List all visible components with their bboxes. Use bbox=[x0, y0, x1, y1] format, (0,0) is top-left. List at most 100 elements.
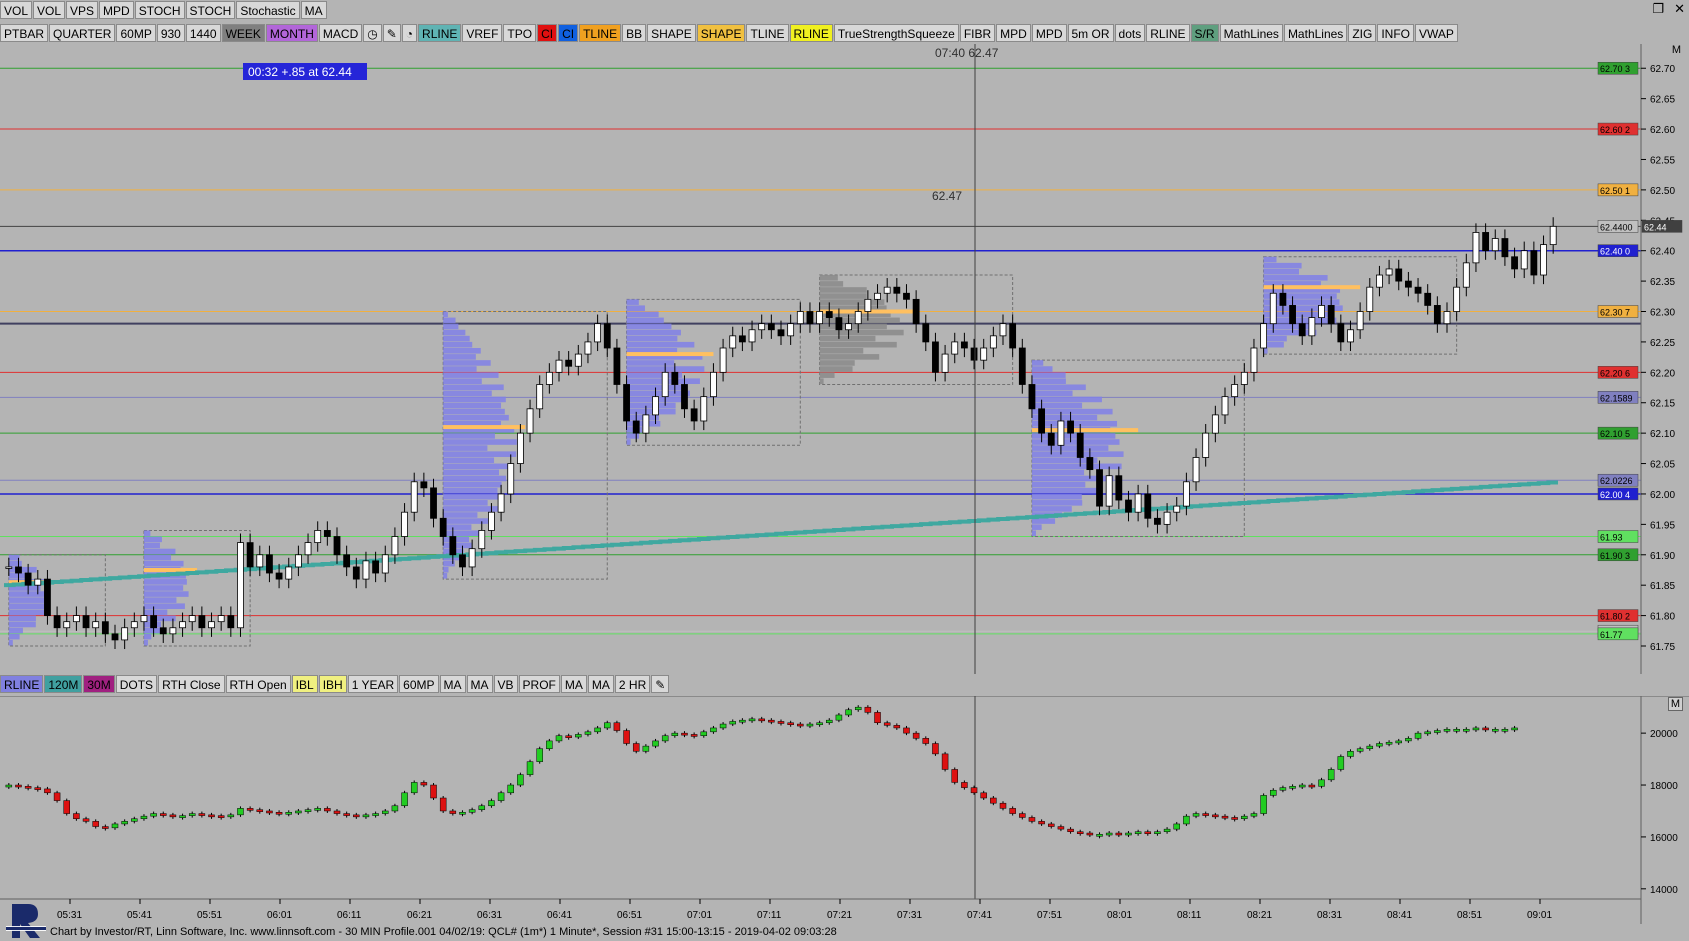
overlay-2-hr-button[interactable]: 2 HR bbox=[614, 675, 651, 693]
ind-month-button[interactable]: MONTH bbox=[265, 24, 318, 42]
clock-button[interactable]: ◷ bbox=[363, 24, 382, 42]
candle bbox=[1260, 323, 1268, 349]
candle bbox=[690, 408, 698, 422]
tool-ma-button[interactable]: MA bbox=[300, 1, 327, 19]
ind-ci-button[interactable]: CI bbox=[558, 24, 579, 42]
price-chart[interactable]: 62.7062.6562.6062.5562.5062.4562.4062.35… bbox=[0, 44, 1689, 674]
overlay-60mp-button[interactable]: 60MP bbox=[399, 675, 439, 693]
profile-row bbox=[443, 463, 513, 470]
indicator-bar bbox=[63, 800, 70, 814]
overlay-rline-button[interactable]: RLINE bbox=[0, 675, 44, 693]
indicator-bar bbox=[565, 735, 572, 738]
overlay-ma-button[interactable]: MA bbox=[587, 675, 614, 693]
ind-shape-button[interactable]: SHAPE bbox=[647, 24, 696, 42]
overlay-rth-close-button[interactable]: RTH Close bbox=[158, 675, 225, 693]
profile-row bbox=[443, 402, 502, 409]
indicator-bar bbox=[1279, 787, 1287, 791]
tool-vps-button[interactable]: VPS bbox=[66, 1, 99, 19]
ind-ci-button[interactable]: CI bbox=[537, 24, 558, 42]
ind-60mp-button[interactable]: 60MP bbox=[116, 24, 156, 42]
overlay-ma-button[interactable]: MA bbox=[439, 675, 466, 693]
candle bbox=[1009, 323, 1017, 349]
ind-macd-button[interactable]: MACD bbox=[318, 24, 363, 42]
tool-stoch-button[interactable]: STOCH bbox=[134, 1, 185, 19]
ind-quarter-button[interactable]: QUARTER bbox=[49, 24, 116, 42]
overlay-ibh-button[interactable]: IBH bbox=[318, 675, 347, 693]
ind-930-button[interactable]: 930 bbox=[156, 24, 185, 42]
indicator-bar bbox=[1250, 813, 1258, 817]
price-tag-label: 62.20 6 bbox=[1600, 368, 1630, 378]
overlay-rth-open-button[interactable]: RTH Open bbox=[225, 675, 291, 693]
indicator-bar bbox=[1115, 832, 1123, 836]
ind-mpd-button[interactable]: MPD bbox=[996, 24, 1031, 42]
ind-tline-button[interactable]: TLINE bbox=[579, 24, 622, 42]
overlay-dots-button[interactable]: DOTS bbox=[115, 675, 158, 693]
x-tick-label: 07:11 bbox=[757, 910, 782, 921]
overlay-ma-button[interactable]: MA bbox=[466, 675, 493, 693]
candle bbox=[912, 298, 920, 325]
pencil-button[interactable]: ✎ bbox=[651, 675, 670, 693]
ind-truestrengthsqueeze-button[interactable]: TrueStrengthSqueeze bbox=[833, 24, 959, 42]
ind-rline-button[interactable]: RLINE bbox=[1146, 24, 1190, 42]
tool-stochastic-button[interactable]: Stochastic bbox=[236, 1, 300, 19]
restore-icon[interactable]: ❐ bbox=[1652, 1, 1664, 17]
ind-bb-button[interactable]: BB bbox=[622, 24, 647, 42]
y-tick-label: 61.80 bbox=[1650, 612, 1675, 623]
ind-info-button[interactable]: INFO bbox=[1377, 24, 1414, 42]
timer-button[interactable]: ◔ bbox=[401, 24, 418, 42]
profile-row bbox=[626, 323, 672, 330]
candle bbox=[1076, 432, 1084, 458]
overlay-1-year-button[interactable]: 1 YEAR bbox=[347, 675, 399, 693]
indicator-bar bbox=[575, 734, 582, 738]
tool-vol-button[interactable]: VOL bbox=[0, 1, 33, 19]
indicator-bar bbox=[1173, 823, 1180, 830]
profile-row bbox=[1263, 262, 1302, 269]
ind-ptbar-button[interactable]: PTBAR bbox=[0, 24, 49, 42]
indicator-bar bbox=[468, 809, 476, 813]
indicator-bar bbox=[131, 818, 138, 822]
ind-shape-button[interactable]: SHAPE bbox=[696, 24, 746, 42]
ind-mathlines-button[interactable]: MathLines bbox=[1219, 24, 1283, 42]
ind-s-r-button[interactable]: S/R bbox=[1190, 24, 1219, 42]
ind-dots-button[interactable]: dots bbox=[1114, 24, 1146, 42]
pencil-button[interactable]: ✎ bbox=[382, 24, 401, 42]
indicator-chart[interactable]: 20000 18000 16000 14000 05:31 05:41 05:51 06:0… bbox=[0, 696, 1689, 924]
y-tick-label: 61.90 bbox=[1650, 551, 1675, 562]
poc-line bbox=[1031, 428, 1139, 433]
ind-vref-button[interactable]: VREF bbox=[462, 24, 503, 42]
indicator-bar bbox=[1241, 815, 1248, 820]
tool-mpd-button[interactable]: MPD bbox=[99, 1, 134, 19]
overlay-vb-button[interactable]: VB bbox=[493, 675, 518, 693]
overlay-ma-button[interactable]: MA bbox=[560, 675, 587, 693]
ind-tpo-button[interactable]: TPO bbox=[503, 24, 537, 42]
indicator-bar bbox=[382, 810, 389, 814]
profile-row bbox=[819, 293, 867, 299]
x-tick-label: 05:41 bbox=[127, 910, 152, 921]
candle bbox=[555, 359, 563, 373]
overlay-30m-button[interactable]: 30M bbox=[83, 675, 115, 693]
ind-tline-button[interactable]: TLINE bbox=[746, 24, 789, 42]
ind-rline-button[interactable]: RLINE bbox=[789, 24, 833, 42]
ind-zig-button[interactable]: ZIG bbox=[1348, 24, 1377, 42]
ind-vwap-button[interactable]: VWAP bbox=[1414, 24, 1458, 42]
candle bbox=[82, 615, 90, 629]
candle bbox=[1163, 511, 1171, 525]
profile-row bbox=[8, 609, 45, 616]
ind-fibr-button[interactable]: FIBR bbox=[959, 24, 996, 42]
indicator-bar bbox=[777, 721, 785, 724]
close-icon[interactable]: ✕ bbox=[1674, 1, 1685, 17]
overlay-ibl-button[interactable]: IBL bbox=[291, 675, 318, 693]
overlay-prof-button[interactable]: PROF bbox=[518, 675, 560, 693]
tool-vol-button[interactable]: VOL bbox=[33, 1, 66, 19]
ind-1440-button[interactable]: 1440 bbox=[185, 24, 221, 42]
overlay-120m-button[interactable]: 120M bbox=[44, 675, 83, 693]
price-tag-label: 62.1589 bbox=[1600, 393, 1633, 403]
ind-week-button[interactable]: WEEK bbox=[221, 24, 265, 42]
ind-mathlines-button[interactable]: MathLines bbox=[1283, 24, 1348, 42]
ind-5m-or-button[interactable]: 5m OR bbox=[1067, 24, 1114, 42]
tool-stoch-button[interactable]: STOCH bbox=[185, 1, 236, 19]
ind-rline-button[interactable]: RLINE bbox=[418, 24, 462, 42]
y-tick-label: 62.70 bbox=[1650, 64, 1675, 75]
ind-mpd-button[interactable]: MPD bbox=[1031, 24, 1067, 42]
indicator-bar bbox=[1183, 815, 1190, 825]
